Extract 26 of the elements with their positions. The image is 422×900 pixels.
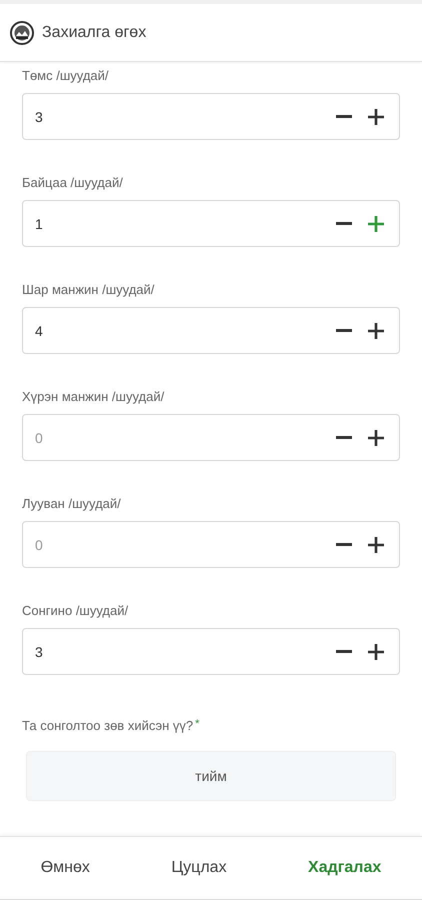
logo-icon [10, 20, 34, 44]
quantity-field[interactable]: 0 [22, 414, 400, 461]
question-label: Та сонголтоо зөв хийсэн үү? [22, 718, 194, 733]
minus-icon [336, 543, 352, 546]
required-mark: * [195, 718, 200, 730]
field-label: Сонгино /шуудай/ [22, 603, 130, 618]
footer-button[interactable]: Хадгалах [296, 853, 394, 883]
quantity-field[interactable]: 3 [22, 628, 400, 675]
footer-button[interactable]: Өмнөх [28, 853, 102, 883]
minus-icon [336, 222, 352, 225]
field-label: Хүрэн манжин /шуудай/ [22, 389, 166, 404]
field-label: Байцаа /шуудай/ [22, 175, 124, 190]
quantity-field[interactable]: 0 [22, 521, 400, 568]
quantity-field[interactable]: 3 [22, 93, 400, 140]
yes-option[interactable]: тийм [26, 751, 396, 801]
page-title: Захиалга өгөх [42, 24, 146, 42]
minus-icon [336, 115, 352, 118]
minus-icon [336, 436, 352, 439]
quantity-field[interactable]: 4 [22, 307, 400, 354]
footer-button[interactable]: Цуцлах [159, 853, 239, 883]
field-label: Төмс /шуудай/ [22, 68, 110, 83]
quantity-field[interactable]: 1 [22, 200, 400, 247]
minus-icon [336, 329, 352, 332]
field-label: Шар манжин /шуудай/ [22, 282, 156, 297]
field-label: Лууван /шуудай/ [22, 496, 122, 511]
minus-icon [336, 650, 352, 653]
